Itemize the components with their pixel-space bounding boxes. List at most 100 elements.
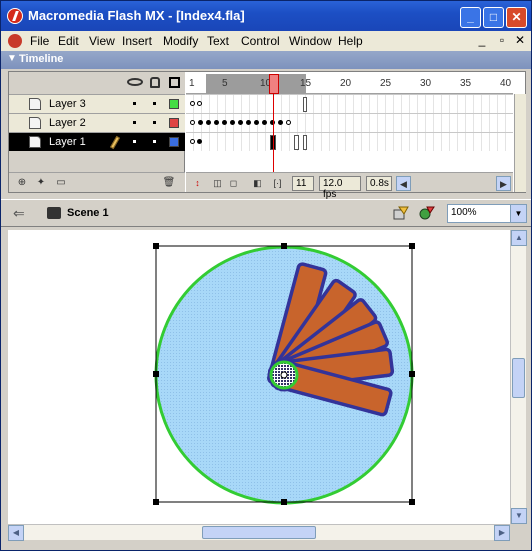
frame-row[interactable] (186, 94, 513, 113)
keyframe[interactable] (206, 120, 211, 125)
menu-help[interactable]: Help (338, 34, 363, 48)
elapsed-time: 0.8s (366, 176, 392, 191)
outline-color-swatch[interactable] (169, 137, 179, 147)
stage-vertical-scrollbar[interactable]: ▲ ▼ (510, 230, 527, 524)
keyframe[interactable] (190, 139, 195, 144)
edit-scene-icon[interactable] (419, 206, 435, 220)
lock-dot[interactable] (153, 140, 156, 143)
keyframe[interactable] (246, 120, 251, 125)
document-icon[interactable] (8, 34, 22, 48)
layer-header (9, 72, 185, 94)
scroll-up-arrow-icon[interactable]: ▲ (511, 230, 527, 246)
layer-row[interactable]: Layer 3 (9, 94, 185, 113)
keyframe[interactable] (197, 101, 202, 106)
visibility-dot[interactable] (133, 102, 136, 105)
lock-dot[interactable] (153, 102, 156, 105)
edit-symbols-icon[interactable] (393, 206, 409, 220)
keyframe[interactable] (190, 120, 195, 125)
timeline-header[interactable]: ▼ Timeline (1, 51, 531, 69)
timeline-scrollbar[interactable] (514, 94, 526, 192)
back-arrow-icon[interactable]: ⇐ (13, 205, 25, 222)
onion-skin-icon[interactable]: ◫ (210, 176, 225, 191)
menu-view[interactable]: View (89, 34, 115, 48)
outline-color-swatch[interactable] (169, 118, 179, 128)
ruler-number: 15 (300, 78, 312, 89)
menu-modify[interactable]: Modify (163, 34, 198, 48)
lock-icon[interactable] (150, 77, 160, 88)
keyframe[interactable] (190, 101, 195, 106)
scroll-right-arrow-icon[interactable]: ▶ (494, 525, 510, 541)
layer-row-selected[interactable]: Layer 1 (9, 132, 185, 151)
menu-window[interactable]: Window (289, 34, 332, 48)
zoom-dropdown[interactable]: 100% ▼ (447, 204, 527, 223)
keyframe[interactable] (286, 120, 291, 125)
eye-icon[interactable] (127, 78, 143, 86)
keyframe[interactable] (238, 120, 243, 125)
scroll-thumb[interactable] (512, 358, 525, 398)
close-button[interactable]: ✕ (506, 7, 527, 28)
scroll-left-arrow-icon[interactable]: ◀ (8, 525, 24, 541)
frame-rate: 12.0 fps (319, 176, 361, 200)
keyframe[interactable] (222, 120, 227, 125)
center-frame-icon[interactable]: ↕ (190, 176, 205, 191)
pencil-icon (110, 135, 120, 150)
add-guide-layer-icon[interactable]: ✦ (33, 176, 49, 190)
maximize-button[interactable]: □ (483, 7, 504, 28)
scroll-right-arrow-icon[interactable]: ▶ (496, 176, 511, 191)
visibility-dot[interactable] (133, 121, 136, 124)
stage-horizontal-scrollbar[interactable]: ◀ ▶ (8, 524, 510, 541)
doc-minimize-button[interactable]: _ (475, 33, 489, 47)
frame-row[interactable] (186, 132, 513, 151)
frame-ruler[interactable]: 1 5 10 15 20 25 30 35 40 (186, 72, 513, 94)
scroll-thumb[interactable] (202, 526, 316, 539)
menu-file[interactable]: File (30, 34, 49, 48)
doc-restore-button[interactable]: ▫ (495, 33, 509, 47)
doc-close-button[interactable]: ✕ (513, 33, 527, 47)
playhead-line (273, 94, 274, 172)
playhead[interactable] (269, 74, 279, 94)
ruler-number: 40 (500, 78, 512, 89)
edit-multiple-frames-icon[interactable]: ◧ (250, 176, 265, 191)
keyframe[interactable] (198, 120, 203, 125)
outline-icon[interactable] (169, 77, 180, 88)
frame-span-end[interactable] (294, 135, 299, 150)
frame-span-end[interactable] (303, 135, 307, 150)
ruler-number: 30 (420, 78, 432, 89)
modify-onion-markers-icon[interactable]: [·] (270, 176, 285, 191)
menu-insert[interactable]: Insert (122, 34, 152, 48)
insert-layer-icon[interactable]: ⊕ (14, 176, 30, 190)
onion-outline-icon[interactable]: ◻ (226, 176, 241, 191)
transform-point[interactable] (280, 371, 288, 379)
layer-icon (29, 136, 41, 148)
keyframe[interactable] (278, 120, 283, 125)
flash-logo-icon (7, 8, 23, 24)
keyframe[interactable] (262, 120, 267, 125)
scroll-down-arrow-icon[interactable]: ▼ (511, 508, 527, 524)
minimize-button[interactable]: _ (460, 7, 481, 28)
lock-dot[interactable] (153, 121, 156, 124)
frame-row[interactable] (186, 113, 513, 132)
chevron-down-icon[interactable]: ▼ (510, 205, 526, 222)
visibility-dot[interactable] (133, 140, 136, 143)
ruler-number: 35 (460, 78, 472, 89)
menu-control[interactable]: Control (241, 34, 280, 48)
ruler-number: 1 (189, 78, 195, 89)
outline-color-swatch[interactable] (169, 99, 179, 109)
keyframe[interactable] (197, 139, 202, 144)
menu-edit[interactable]: Edit (58, 34, 79, 48)
keyframe[interactable] (230, 120, 235, 125)
onion-skin-range[interactable] (206, 74, 306, 94)
layer-row[interactable]: Layer 2 (9, 113, 185, 132)
ruler-number: 5 (222, 78, 228, 89)
collapse-arrow-icon[interactable]: ▼ (7, 53, 17, 64)
frame-span-end[interactable] (303, 97, 307, 112)
menu-text[interactable]: Text (207, 34, 229, 48)
scroll-left-arrow-icon[interactable]: ◀ (396, 176, 411, 191)
keyframe[interactable] (254, 120, 259, 125)
timeline-panel: Layer 3 Layer 2 Layer 1 ⊕ ✦ ▭ 🗑 1 5 10 1… (8, 71, 526, 200)
keyframe[interactable] (214, 120, 219, 125)
trash-icon[interactable]: 🗑 (161, 176, 177, 190)
stage[interactable] (8, 230, 510, 524)
insert-folder-icon[interactable]: ▭ (53, 176, 69, 190)
scene-label[interactable]: Scene 1 (67, 207, 109, 219)
